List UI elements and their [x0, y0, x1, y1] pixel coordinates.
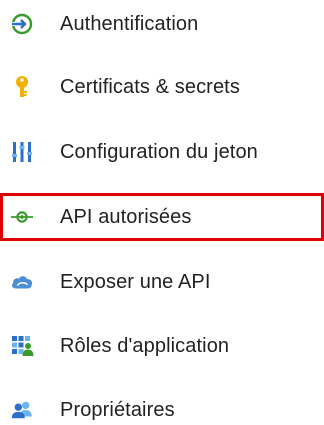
sidebar-item-label: Exposer une API [60, 270, 211, 293]
sidebar-nav: Authentification Certificats & secrets C… [0, 0, 324, 425]
authentication-icon [10, 12, 34, 36]
api-permissions-icon [10, 205, 34, 229]
sidebar-item-label: Certificats & secrets [60, 75, 240, 98]
sidebar-item-certificats-secrets[interactable]: Certificats & secrets [0, 63, 324, 111]
sidebar-item-label: Authentification [60, 12, 199, 35]
sidebar-item-configuration-du-jeton[interactable]: Configuration du jeton [0, 128, 324, 176]
app-roles-icon [10, 334, 34, 358]
token-configuration-icon [10, 140, 34, 164]
sidebar-item-label: API autorisées [60, 205, 192, 228]
cloud-icon [10, 270, 34, 294]
sidebar-item-label: Configuration du jeton [60, 140, 258, 163]
sidebar-item-label: Propriétaires [60, 398, 175, 421]
sidebar-item-authentification[interactable]: Authentification [0, 0, 324, 48]
sidebar-item-exposer-une-api[interactable]: Exposer une API [0, 258, 324, 306]
sidebar-item-roles-application[interactable]: Rôles d'application [0, 322, 324, 370]
sidebar-item-api-autorisees[interactable]: API autorisées [0, 193, 324, 241]
sidebar-item-label: Rôles d'application [60, 334, 230, 357]
sidebar-item-proprietaires[interactable]: Propriétaires [0, 386, 324, 425]
owners-icon [10, 398, 34, 422]
key-icon [10, 75, 34, 99]
